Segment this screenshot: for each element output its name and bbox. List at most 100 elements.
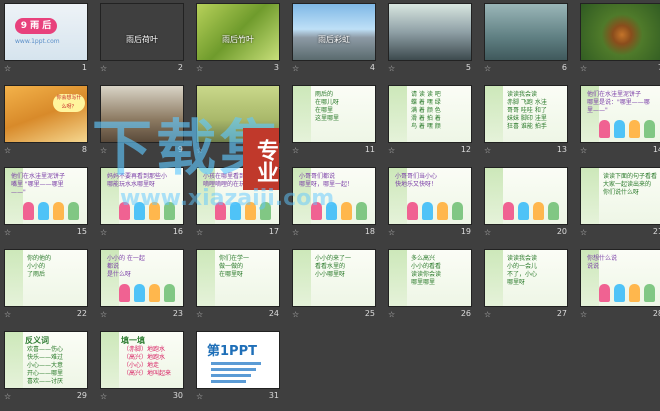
slide-thumbnail[interactable]: ☆ 6 — [481, 0, 571, 74]
slide-number: 13 — [556, 145, 567, 154]
logo-line — [211, 374, 251, 377]
slide-preview — [484, 3, 568, 61]
slide-thumbnail[interactable]: ☆ 20 — [481, 164, 571, 238]
child-figure — [503, 202, 514, 220]
slide-preview: 读读我会读 小的一会儿 不了，小心 哪里呀 — [484, 249, 568, 307]
slide-thumbnail[interactable]: 雨后彩虹 ☆ 4 — [289, 0, 379, 74]
slide-preview: 9 雨 后 www.1ppt.com — [4, 3, 88, 61]
slide-thumbnail[interactable]: 反义词 欢喜——伤心 快乐——难过 小心——大意 开心——哪里 喜欢——讨厌 ☆ 29 — [1, 328, 91, 402]
slide-thumbnail[interactable]: ☆ 5 — [385, 0, 475, 74]
slide-preview: 小哥哥们当小心 快地乐又快呀！ — [388, 167, 472, 225]
slide-thumbnail[interactable]: 小哥哥们都说 哪里呀，哪里一起！ ☆ 18 — [289, 164, 379, 238]
slide-thumbnail[interactable]: 雨后的 在哪儿呀 在哪里 这里哪里 ☆ 11 — [289, 82, 379, 156]
slide-preview: 小小的 在一起 都说 是什么呀 — [100, 249, 184, 307]
slide-text-line: 嘴里 "哪里——哪里 — [11, 181, 64, 188]
slide-transition-icon: ☆ — [292, 310, 300, 319]
slide-thumbnail[interactable]: ☆ 10 — [193, 82, 283, 156]
slide-preview: 你想什么说 说说 — [580, 249, 660, 307]
slide-number: 12 — [460, 145, 471, 154]
slide-text-line: 不了，小心 — [507, 271, 538, 278]
slide-thumbnail[interactable]: 读读我会读 小的一会儿 不了，小心 哪里呀 ☆ 27 — [481, 246, 571, 320]
slide-thumbnail[interactable]: 9 雨 后 www.1ppt.com ☆ 1 — [1, 0, 91, 74]
slide-preview: 他们在水洼里泥饼子 嘴里 "哪里——哪里 ——" — [4, 167, 88, 225]
slide-transition-icon: ☆ — [484, 310, 492, 319]
logo-line — [211, 380, 246, 383]
slide-thumbnail[interactable]: 你想什么说说说 ☆ 28 — [577, 246, 660, 320]
slide-thumbnail[interactable]: ☆7 — [577, 0, 660, 74]
slide-text-line: 多么高兴 — [411, 255, 436, 262]
slide-text-line: 哪里呀，哪里一起！ — [299, 181, 354, 188]
slide-thumbnail[interactable]: 填一填 （赤脚）地跑水 （高兴）地跑水 （小心）地走 （高兴）地叫起来 ☆ 30 — [97, 328, 187, 402]
slide-preview: 请 读 读 吧蝶 着 嘿 绿满 着 颜 色滑 着 拍 着鸟 着 嘿 颜 — [388, 85, 472, 143]
slide-number: 29 — [76, 391, 87, 400]
child-figure — [614, 120, 625, 138]
slide-preview: 妈妈不要再看到那些小 哪能玩水水哪里呀 — [100, 167, 184, 225]
logo: 第1PPT — [207, 344, 257, 359]
slide-title-banner: 9 雨 后 — [15, 18, 57, 34]
slide-preview: 反义词 欢喜——伤心 快乐——难过 小心——大意 开心——哪里 喜欢——讨厌 — [4, 331, 88, 389]
child-figure — [164, 284, 175, 302]
slide-thumbnail[interactable]: 多么高兴 小小的看看 读读你会读 哪里哪里 ☆ 26 — [385, 246, 475, 320]
child-figure — [518, 202, 529, 220]
child-figure — [341, 202, 352, 220]
slide-caption: 雨后彩虹 — [318, 35, 350, 44]
slide-text-line: 都说 — [107, 263, 120, 270]
slide-text-line: 雨后的 — [315, 91, 334, 98]
slide-transition-icon: ☆ — [196, 392, 204, 401]
slide-preview: 你们在学一 做一做的 在哪里呀 — [196, 249, 280, 307]
slide-number: 23 — [172, 309, 183, 318]
slide-number: 31 — [268, 391, 279, 400]
slide-text-line: 满 着 颜 色 — [411, 107, 441, 114]
slide-decoration — [389, 86, 407, 142]
slide-transition-icon: ☆ — [484, 64, 492, 73]
slide-text-line: 读读下面的句子看看 — [603, 173, 658, 180]
slide-text-line: 读读我会读 — [507, 91, 538, 98]
slide-text-line: 读读你会读 — [411, 271, 442, 278]
slide-decoration — [5, 250, 23, 306]
slide-preview: 读读下面的句子看看 大家一起读出来的 你们说什么呀 — [580, 167, 660, 225]
slide-thumbnail[interactable]: 你会想写什么呀？ ☆ 8 — [1, 82, 91, 156]
slide-number: 30 — [172, 391, 183, 400]
slide-number: 26 — [460, 309, 471, 318]
slide-transition-icon: ☆ — [388, 228, 396, 237]
slide-transition-icon: ☆ — [196, 146, 204, 155]
slide-thumbnail[interactable]: 读读下面的句子看看大家一起读出来的你们说什么呀 ☆ 21 — [577, 164, 660, 238]
slide-thumbnail[interactable]: 你们在学一 做一做的 在哪里呀 ☆ 24 — [193, 246, 283, 320]
slide-transition-icon: ☆ — [196, 64, 204, 73]
slide-thumbnail[interactable]: 小哥哥们当小心 快地乐又快呀！ ☆ 19 — [385, 164, 475, 238]
slide-thumbnail[interactable]: 读读我会读 赤脚 飞跑 水洼 哥哥 哇哇 和了 妹妹 脚印 洼里 狂喜 谁能 拍手 ☆ 13 — [481, 82, 571, 156]
slide-transition-icon: ☆ — [484, 146, 492, 155]
slide-thumbnail[interactable]: 小小的来了一 看看水里的 小小哪里呀 ☆ 25 — [289, 246, 379, 320]
slide-preview: 雨后彩虹 — [292, 3, 376, 61]
slide-text-line: 小哥哥们都说 — [299, 173, 336, 180]
slide-number: 9 — [177, 145, 183, 154]
slide-thumbnail[interactable]: 小小的 在一起 都说 是什么呀 ☆ 23 — [97, 246, 187, 320]
slide-transition-icon: ☆ — [100, 146, 108, 155]
speech-bubble: 你会想写什么呀？ — [53, 94, 85, 112]
slide-text-line: 鸟 着 嘿 颜 — [411, 123, 441, 130]
slide-text-line: 蝶 着 嘿 绿 — [411, 99, 441, 106]
slide-transition-icon: ☆ — [196, 228, 204, 237]
slide-thumbnail[interactable]: 小孩在哪里看到 嘀哩嘀哩的在玩 ☆ 17 — [193, 164, 283, 238]
slide-thumbnail[interactable]: 雨后荷叶 ☆ 2 — [97, 0, 187, 74]
slide-text-line: 小的一会儿 — [507, 263, 538, 270]
slide-transition-icon: ☆ — [580, 310, 588, 319]
slide-thumbnail[interactable]: 第1PPT ☆ 31 — [193, 328, 283, 402]
slide-thumbnail[interactable]: 他们在水洼里泥饼子哪里是说："哪里——哪里——" ☆ 14 — [577, 82, 660, 156]
slide-thumbnail[interactable]: 妈妈不要再看到那些小 哪能玩水水哪里呀 ☆ 16 — [97, 164, 187, 238]
slide-text-line: 是什么呀 — [107, 271, 132, 278]
slide-thumbnail[interactable]: ☆ 9 — [97, 82, 187, 156]
slide-transition-icon: ☆ — [100, 64, 108, 73]
slide-thumbnail[interactable]: 你的他的 小小的 了雨后 ☆ 22 — [1, 246, 91, 320]
slide-number: 15 — [76, 227, 87, 236]
slide-thumbnail[interactable]: 他们在水洼里泥饼子 嘴里 "哪里——哪里 ——" ☆ 15 — [1, 164, 91, 238]
slide-text-line: 了雨后 — [27, 271, 46, 278]
slide-thumbnail[interactable]: 请 读 读 吧蝶 着 嘿 绿满 着 颜 色滑 着 拍 着鸟 着 嘿 颜 ☆ 12 — [385, 82, 475, 156]
child-figure — [533, 202, 544, 220]
slide-transition-icon: ☆ — [388, 146, 396, 155]
child-figure — [437, 202, 448, 220]
slide-text-line: 狂喜 谁能 拍手 — [507, 123, 547, 130]
slide-thumbnail[interactable]: 雨后竹叶 ☆ 3 — [193, 0, 283, 74]
slide-text-line: 喜欢——讨厌 — [27, 378, 64, 385]
slide-number: 25 — [364, 309, 375, 318]
